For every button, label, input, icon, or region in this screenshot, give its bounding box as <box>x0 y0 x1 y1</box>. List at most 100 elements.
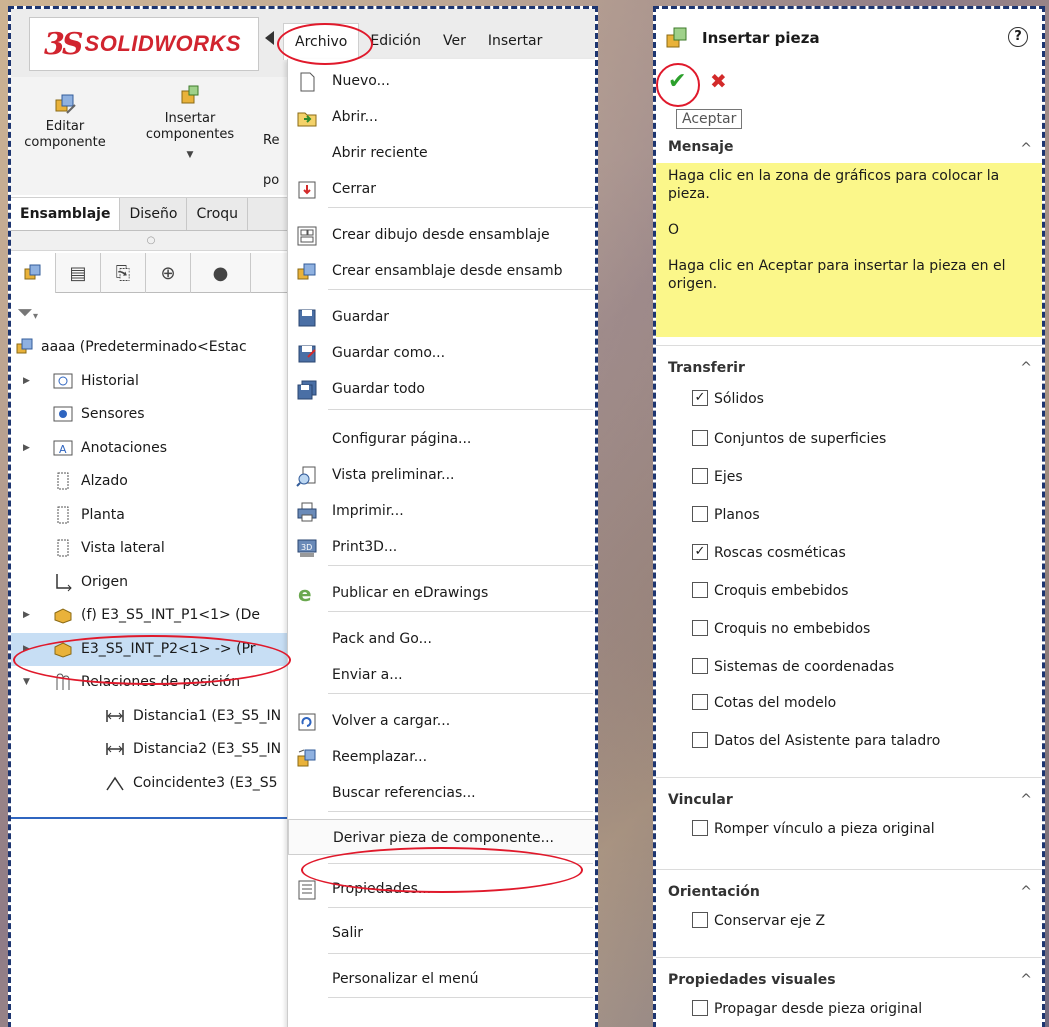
collapse-caret-icon[interactable]: ^ <box>1020 792 1032 808</box>
menu-item[interactable]: Abrir... <box>288 99 595 135</box>
collapse-caret-icon[interactable]: ^ <box>1020 141 1032 157</box>
filter-icon[interactable]: ⏷▾ <box>11 295 291 329</box>
visual-section-header[interactable]: Propiedades visuales <box>668 972 836 988</box>
tree-item[interactable]: Origen <box>11 566 291 600</box>
checkbox-conservar-eje-z[interactable]: Conservar eje Z <box>692 911 825 931</box>
tree-item[interactable]: Vista lateral <box>11 532 291 566</box>
checkbox-box[interactable] <box>692 658 708 674</box>
insert-components-button[interactable]: Insertar componentes ▼ <box>135 83 245 163</box>
menu-item[interactable]: Pack and Go... <box>288 621 595 657</box>
dimxpert-tab-icon[interactable]: ⊕ <box>146 253 191 293</box>
tree-item[interactable]: ▼ Relaciones de posición <box>11 666 291 700</box>
tree-item[interactable]: ▶ (f) E3_S5_INT_P1<1> (De <box>11 599 291 633</box>
menu-item[interactable]: Crear ensamblaje desde ensamb <box>288 253 595 289</box>
panel-splitter[interactable]: ○ <box>11 231 291 251</box>
dropdown-arrow-icon[interactable]: ▼ <box>135 147 245 163</box>
checkbox-box[interactable] <box>692 620 708 636</box>
menu-item[interactable]: Nuevo... <box>288 63 595 99</box>
orientation-section-header[interactable]: Orientación <box>668 884 760 900</box>
checkbox-box[interactable] <box>692 468 708 484</box>
expand-arrow-icon[interactable]: ▶ <box>23 599 33 633</box>
solidworks-logo[interactable]: 3S SOLIDWORKS <box>29 17 259 71</box>
collapse-caret-icon[interactable]: ^ <box>1020 360 1032 376</box>
menu-item[interactable]: Reemplazar... <box>288 739 595 775</box>
menu-collapse-arrow-icon[interactable] <box>265 31 274 45</box>
edit-component-button[interactable]: Editar componente <box>23 91 107 151</box>
checkbox-romper-vinculo[interactable]: Romper vínculo a pieza original <box>692 819 935 839</box>
menu-item[interactable]: 3D Print3D... <box>288 529 595 565</box>
transfer-checkbox[interactable]: Ejes <box>692 467 743 487</box>
tree-item[interactable]: Sensores <box>11 398 291 432</box>
collapse-caret-icon[interactable]: ^ <box>1020 972 1032 988</box>
link-section-header[interactable]: Vincular <box>668 792 733 808</box>
transfer-checkbox[interactable]: ✓ Sólidos <box>692 389 764 409</box>
menu-item[interactable]: Volver a cargar... <box>288 703 595 739</box>
checkbox-box[interactable] <box>692 506 708 522</box>
menu-item[interactable]: Abrir reciente <box>288 135 595 171</box>
transfer-section-header[interactable]: Transferir <box>668 360 745 376</box>
tree-item[interactable]: ▶ E3_S5_INT_P2<1> -> (Pr <box>11 632 291 667</box>
menu-item[interactable]: e Publicar en eDrawings <box>288 575 595 611</box>
transfer-checkbox[interactable]: Planos <box>692 505 760 525</box>
property-tab-icon[interactable]: ▤ <box>56 253 101 293</box>
tree-item[interactable]: Distancia1 (E3_S5_IN <box>11 700 291 734</box>
collapse-caret-icon[interactable]: ^ <box>1020 884 1032 900</box>
menu-item[interactable]: Crear dibujo desde ensamblaje <box>288 217 595 253</box>
checkbox-box[interactable] <box>692 1000 708 1016</box>
tree-item[interactable]: Planta <box>11 499 291 533</box>
message-section-header[interactable]: Mensaje <box>668 139 733 155</box>
menu-insertar[interactable]: Insertar <box>477 23 554 59</box>
tree-item[interactable]: Coincidente3 (E3_S5 <box>11 767 291 801</box>
checkbox-checked[interactable]: ✓ <box>692 544 708 560</box>
checkbox-box[interactable] <box>692 430 708 446</box>
transfer-checkbox[interactable]: Croquis no embebidos <box>692 619 870 639</box>
transfer-checkbox[interactable]: Cotas del modelo <box>692 693 836 713</box>
menu-item[interactable]: Guardar como... <box>288 335 595 371</box>
collapse-arrow-icon[interactable]: ▼ <box>23 666 33 700</box>
checkbox-box[interactable] <box>692 820 708 836</box>
menu-item[interactable]: Enviar a... <box>288 657 595 693</box>
checkbox-checked[interactable]: ✓ <box>692 390 708 406</box>
help-icon[interactable]: ? <box>1008 27 1028 47</box>
menu-item[interactable]: Configurar página... <box>288 421 595 457</box>
menu-archivo[interactable]: Archivo <box>283 22 360 60</box>
menu-item[interactable]: Derivar pieza de componente... <box>288 819 595 855</box>
menu-ver[interactable]: Ver <box>432 23 477 59</box>
transfer-checkbox[interactable]: ✓ Roscas cosméticas <box>692 543 846 563</box>
feature-tree-tab-icon[interactable] <box>11 253 56 293</box>
tree-item[interactable]: ▶ Historial <box>11 365 291 399</box>
checkbox-box[interactable] <box>692 694 708 710</box>
tab-croquis[interactable]: Croqu <box>187 198 249 230</box>
transfer-checkbox[interactable]: Conjuntos de superficies <box>692 429 886 449</box>
display-tab-icon[interactable]: ● <box>191 253 251 293</box>
checkbox-box[interactable] <box>692 732 708 748</box>
tree-item[interactable]: Alzado <box>11 465 291 499</box>
tab-ensamblaje[interactable]: Ensamblaje <box>11 198 121 230</box>
cancel-x-icon[interactable]: ✖ <box>710 69 727 93</box>
transfer-checkbox[interactable]: Croquis embebidos <box>692 581 848 601</box>
menu-item[interactable]: Personalizar el menú <box>288 961 595 997</box>
menu-item[interactable]: Buscar referencias... <box>288 775 595 811</box>
menu-item[interactable]: Salir <box>288 915 595 951</box>
menu-item[interactable]: Cerrar <box>288 171 595 207</box>
tree-item[interactable]: ▶ A Anotaciones <box>11 432 291 466</box>
menu-item[interactable]: Vista preliminar... <box>288 457 595 493</box>
checkbox-box[interactable] <box>692 582 708 598</box>
menu-item[interactable]: Imprimir... <box>288 493 595 529</box>
ok-check-icon[interactable]: ✔ <box>668 69 686 94</box>
transfer-checkbox[interactable]: Sistemas de coordenadas <box>692 657 894 677</box>
tab-diseno[interactable]: Diseño <box>120 198 188 230</box>
transfer-checkbox[interactable]: Datos del Asistente para taladro <box>692 731 940 751</box>
configuration-tab-icon[interactable]: ⎘ <box>101 253 146 293</box>
menu-edicion[interactable]: Edición <box>359 23 432 59</box>
tree-item[interactable]: aaaa (Predeterminado<Estac <box>11 331 291 365</box>
menu-item[interactable]: Guardar <box>288 299 595 335</box>
expand-arrow-icon[interactable]: ▶ <box>23 365 33 399</box>
checkbox-box[interactable] <box>692 912 708 928</box>
expand-arrow-icon[interactable]: ▶ <box>23 633 33 667</box>
tree-item[interactable]: Distancia2 (E3_S5_IN <box>11 733 291 767</box>
menu-item[interactable]: Guardar todo <box>288 371 595 407</box>
menu-item[interactable]: Propiedades... <box>288 871 595 907</box>
expand-arrow-icon[interactable]: ▶ <box>23 432 33 466</box>
checkbox-propagar[interactable]: Propagar desde pieza original <box>692 999 922 1019</box>
